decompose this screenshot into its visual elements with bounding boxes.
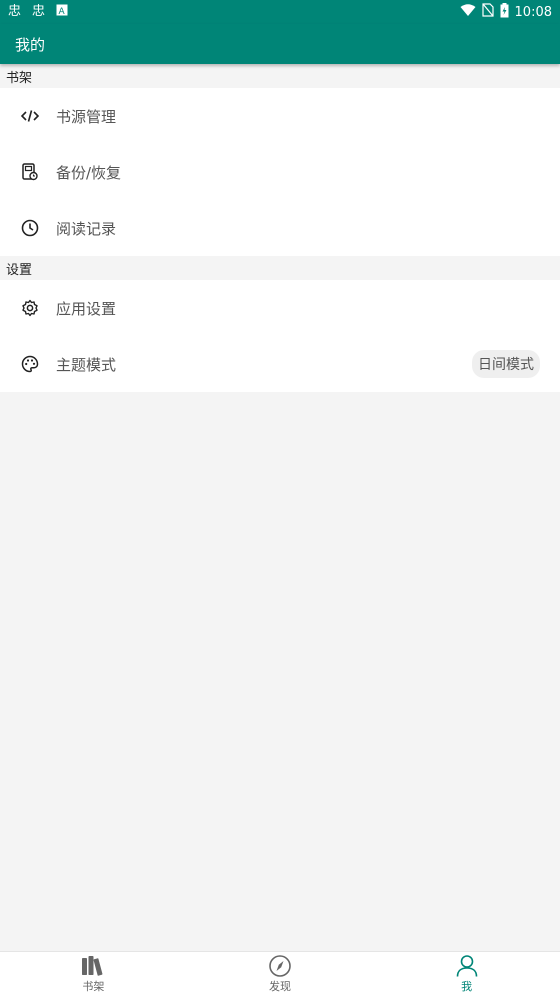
code-icon [20, 106, 40, 126]
page-title: 我的 [15, 35, 46, 54]
backup-icon [20, 162, 40, 182]
item-label: 阅读记录 [56, 219, 117, 238]
status-time: 10:08 [514, 4, 552, 20]
nav-label: 书架 [82, 979, 105, 993]
nav-item-me[interactable]: 我 [373, 952, 560, 995]
person-icon [455, 954, 479, 978]
section-title: 书架 [6, 70, 33, 86]
section-header-bookshelf: 书架 [0, 64, 560, 88]
app-toolbar: 我的 [0, 24, 560, 64]
nav-item-discover[interactable]: 发现 [187, 952, 374, 995]
theme-mode-item[interactable]: 主题模式 日间模式 [0, 336, 560, 392]
battery-charging-icon [500, 2, 509, 22]
no-sim-icon [481, 3, 494, 21]
svg-text:忠: 忠 [32, 4, 45, 17]
wifi-icon [460, 3, 476, 21]
nav-item-bookshelf[interactable]: 书架 [0, 952, 187, 995]
backup-restore-item[interactable]: 备份/恢复 [0, 144, 560, 200]
bookshelf-group: 书源管理 备份/恢复 阅读记录 [0, 88, 560, 256]
app-settings-item[interactable]: 应用设置 [0, 280, 560, 336]
bug-icon: 忠 [8, 3, 26, 21]
books-icon [81, 954, 105, 978]
bug-icon: 忠 [32, 3, 50, 21]
svg-text:忠: 忠 [8, 4, 21, 17]
item-label: 备份/恢复 [56, 163, 122, 182]
item-label: 主题模式 [56, 355, 117, 374]
item-label: 书源管理 [56, 107, 117, 126]
svg-text:A: A [59, 7, 66, 16]
book-source-management-item[interactable]: 书源管理 [0, 88, 560, 144]
clock-icon [20, 218, 40, 238]
settings-group: 应用设置 主题模式 日间模式 [0, 280, 560, 392]
nav-label: 我 [461, 979, 473, 993]
section-header-settings: 设置 [0, 256, 560, 280]
section-title: 设置 [6, 262, 33, 278]
bottom-navigation: 书架 发现 我 [0, 951, 560, 995]
reading-history-item[interactable]: 阅读记录 [0, 200, 560, 256]
gear-icon [20, 298, 40, 318]
item-label: 应用设置 [56, 299, 117, 318]
compass-icon [268, 954, 292, 978]
theme-mode-value: 日间模式 [472, 350, 540, 378]
nav-label: 发现 [269, 979, 291, 993]
accessibility-icon: A [56, 4, 68, 20]
palette-icon [20, 354, 40, 374]
status-bar: 忠 忠 A 10:08 [0, 0, 560, 24]
